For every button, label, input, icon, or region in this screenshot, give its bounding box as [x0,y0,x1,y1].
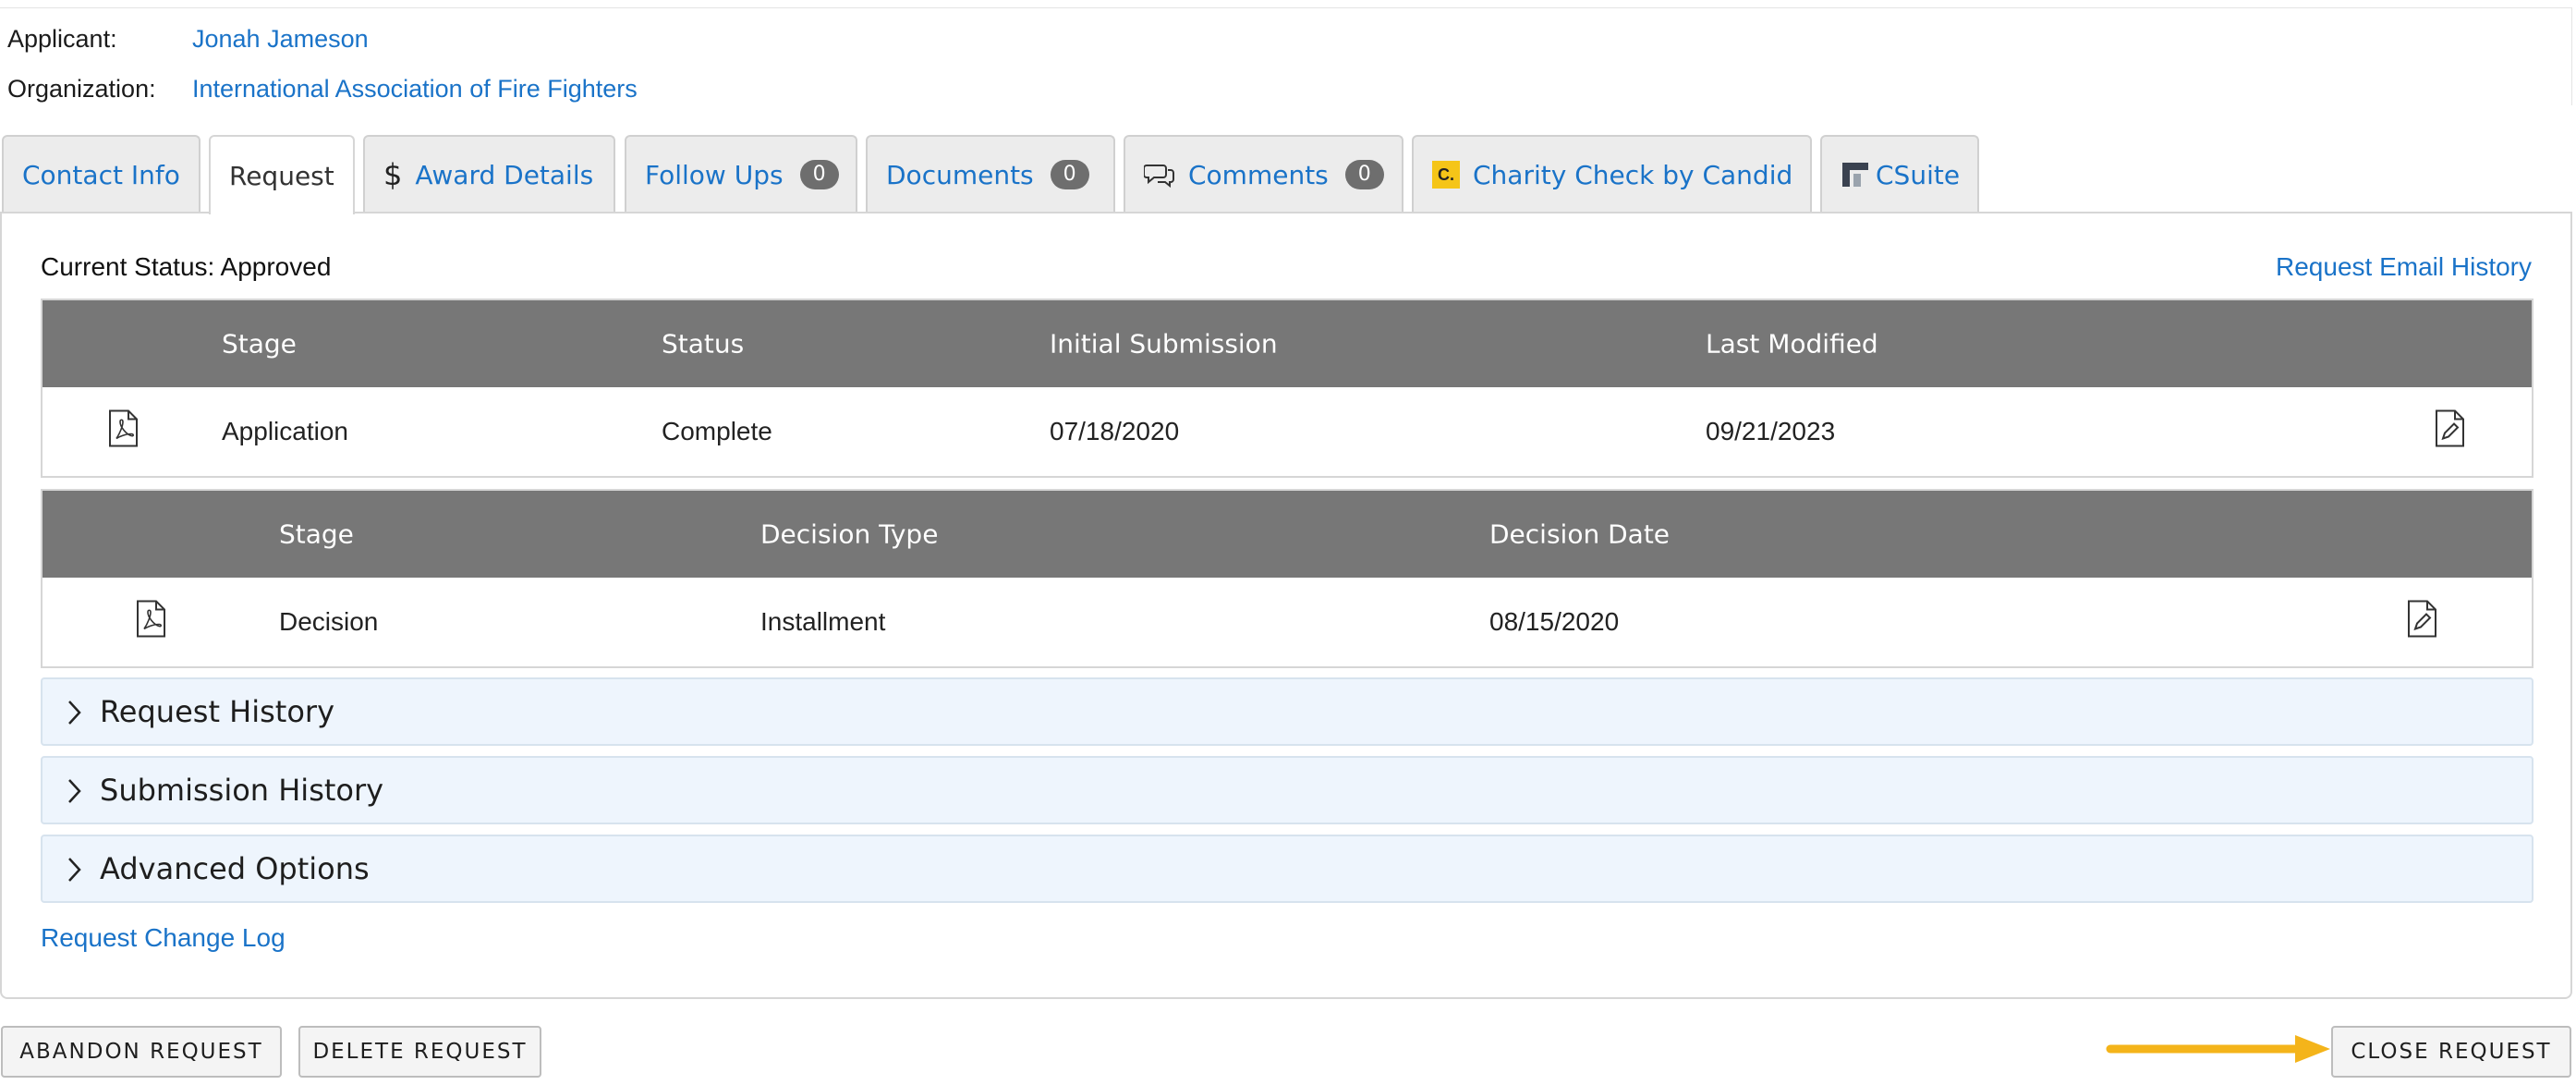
column-header-decision-date: Decision Date [1489,518,1671,550]
tab-charity-check[interactable]: C. Charity Check by Candid [1412,135,1812,213]
stage-cell: Application [222,417,348,445]
column-header-last-modified: Last Modified [1706,328,1878,360]
tab-label: CSuite [1876,159,1961,190]
request-panel: Current Status: Approved Request Email H… [0,212,2572,999]
request-email-history-link[interactable]: Request Email History [2276,252,2532,282]
column-header-stage: Stage [222,328,297,360]
tab-bar: Contact Info Request $ Award Details Fol… [0,135,2576,214]
table-row: Decision Installment 08/15/2020 [43,578,2532,666]
decision-table: Stage Decision Type Decision Date Decisi… [41,489,2533,668]
column-header-decision-type: Decision Type [760,518,939,550]
tab-csuite[interactable]: CSuite [1820,135,1979,213]
organization-name-link[interactable]: International Association of Fire Fighte… [192,75,638,104]
tab-label: Award Details [415,159,594,190]
last-modified-cell: 09/21/2023 [1706,417,1836,445]
accordion-submission-history[interactable]: Submission History [41,756,2533,824]
tab-label: Charity Check by Candid [1473,159,1793,190]
edit-document-icon[interactable] [2434,409,2465,455]
initial-submission-cell: 07/18/2020 [1050,417,1180,445]
stages-table: Stage Status Initial Submission Last Mod… [41,299,2533,478]
status-cell: Complete [662,417,772,445]
table-header: Stage Status Initial Submission Last Mod… [43,300,2532,387]
applicant-label: Applicant: [7,25,117,53]
tab-request[interactable]: Request [209,135,355,214]
tab-documents[interactable]: Documents 0 [866,135,1115,213]
dollar-icon: $ [383,157,403,192]
follow-ups-count-badge: 0 [799,160,839,189]
pdf-icon[interactable] [135,600,166,645]
tab-follow-ups[interactable]: Follow Ups 0 [625,135,857,213]
chevron-right-icon [65,855,83,892]
tab-label: Follow Ups [645,159,784,190]
pdf-icon[interactable] [107,409,139,455]
column-header-stage: Stage [279,518,354,550]
chat-bubbles-icon [1144,162,1175,188]
close-request-button[interactable]: CLOSE REQUEST [2331,1026,2571,1078]
documents-count-badge: 0 [1050,160,1089,189]
edit-document-icon[interactable] [2406,600,2437,645]
candid-logo-icon: C. [1432,161,1460,189]
tab-label: Contact Info [22,159,180,190]
decision-date-cell: 08/15/2020 [1489,607,1620,636]
tab-comments[interactable]: Comments 0 [1124,135,1403,213]
accordion-request-history[interactable]: Request History [41,677,2533,746]
accordion-label: Request History [100,694,334,729]
current-status: Current Status: Approved [41,252,332,281]
accordion-label: Submission History [100,773,384,808]
chevron-right-icon [65,776,83,813]
tab-label: Comments [1188,159,1329,190]
tab-label: Request [229,160,334,191]
accordion-advanced-options[interactable]: Advanced Options [41,835,2533,903]
stage-cell: Decision [279,607,379,636]
tab-contact-info[interactable]: Contact Info [2,135,200,213]
applicant-name-link[interactable]: Jonah Jameson [192,25,369,54]
organization-label: Organization: [7,75,156,103]
csuite-logo-icon [1841,161,1870,189]
tab-label: Documents [886,159,1034,190]
table-row: Application Complete 07/18/2020 09/21/20… [43,387,2532,476]
abandon-request-button[interactable]: ABANDON REQUEST [1,1026,282,1078]
table-header: Stage Decision Type Decision Date [43,491,2532,578]
accordion-label: Advanced Options [100,851,370,886]
comments-count-badge: 0 [1344,160,1384,189]
candid-logo-text: C. [1432,161,1460,189]
delete-request-button[interactable]: DELETE REQUEST [298,1026,541,1078]
column-header-status: Status [662,328,745,360]
column-header-initial-submission: Initial Submission [1050,328,1278,360]
annotation-arrow-icon [2106,1035,2330,1063]
request-change-log-link[interactable]: Request Change Log [41,923,286,953]
chevron-right-icon [65,698,83,735]
tab-award-details[interactable]: $ Award Details [363,135,615,213]
decision-type-cell: Installment [760,607,886,636]
request-header: Applicant: Jonah Jameson Organization: I… [0,7,2572,105]
